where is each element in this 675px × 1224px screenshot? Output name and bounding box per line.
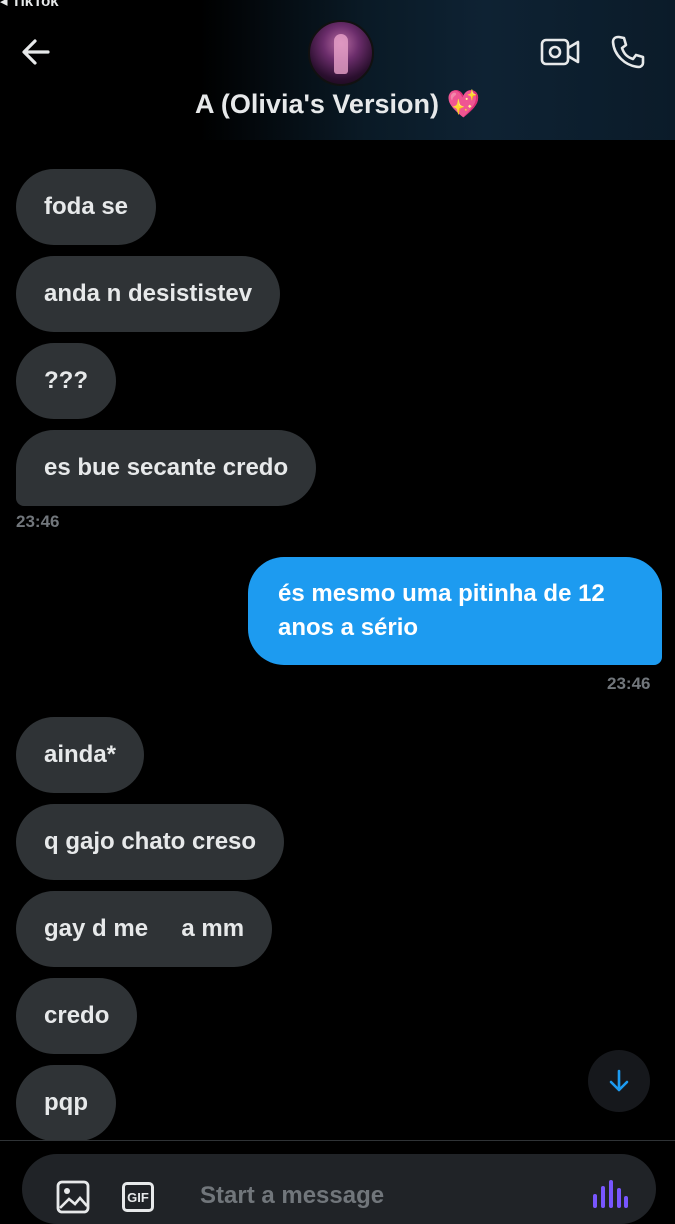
message-input[interactable]: Start a message	[200, 1182, 384, 1210]
message-timestamp: 23:46	[607, 674, 651, 693]
incoming-message[interactable]: foda se	[16, 169, 157, 245]
incoming-message[interactable]: credo	[16, 978, 138, 1054]
gif-button[interactable]: GIF	[122, 1182, 154, 1212]
message-composer: GIF Start a message	[22, 1154, 656, 1224]
back-to-app-label[interactable]: ◂ TikTok	[0, 0, 59, 10]
conversation-header: ◂ TikTok A (Olivia's Version) 💖	[0, 0, 675, 140]
incoming-message[interactable]: ainda*	[16, 717, 145, 793]
incoming-message[interactable]: anda n desististev	[16, 256, 281, 332]
composer-divider	[0, 1140, 675, 1141]
video-camera-icon[interactable]	[540, 36, 580, 68]
incoming-message[interactable]: q gajo chato creso	[16, 804, 285, 880]
image-icon[interactable]	[56, 1180, 90, 1214]
arrow-down-icon	[609, 1069, 629, 1092]
incoming-message[interactable]: gay d me a mm	[16, 891, 273, 967]
phone-icon[interactable]	[610, 34, 646, 70]
incoming-message[interactable]: es bue secante credo	[16, 430, 317, 506]
arrow-left-icon[interactable]	[18, 34, 54, 70]
voice-waveform-icon[interactable]	[592, 1178, 628, 1218]
scroll-to-bottom-button[interactable]	[588, 1050, 650, 1112]
incoming-message[interactable]: pqp	[16, 1065, 116, 1141]
conversation-title[interactable]: A (Olivia's Version) 💖	[0, 88, 675, 120]
avatar[interactable]	[308, 20, 374, 86]
message-timestamp: 23:46	[16, 512, 60, 531]
outgoing-message[interactable]: és mesmo uma pitinha de 12 anos a sério	[248, 557, 662, 665]
incoming-message[interactable]: ???	[16, 343, 116, 419]
